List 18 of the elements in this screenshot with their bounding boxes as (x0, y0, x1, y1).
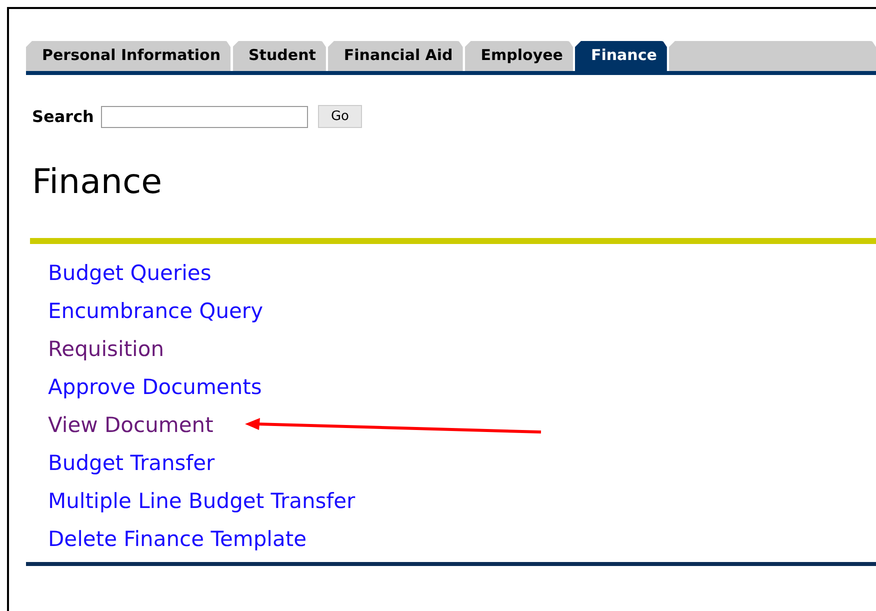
menu-link[interactable]: Encumbrance Query (48, 299, 263, 323)
tab[interactable]: Financial Aid (328, 41, 463, 71)
menu-link[interactable]: Approve Documents (48, 375, 262, 399)
menu-link[interactable]: Budget Transfer (48, 451, 215, 475)
menu-link[interactable]: Budget Queries (48, 261, 212, 285)
menu-link[interactable]: Multiple Line Budget Transfer (48, 489, 356, 513)
menu-link[interactable]: View Document (48, 413, 214, 437)
menu-link[interactable]: Delete Finance Template (48, 527, 307, 551)
menu-link[interactable]: Requisition (48, 337, 164, 361)
page-heading: Finance (32, 162, 164, 202)
clipped-tab[interactable] (668, 41, 876, 71)
tab[interactable]: Finance (574, 41, 667, 71)
go-button[interactable]: Go (318, 105, 362, 128)
tab[interactable]: Student (232, 41, 326, 71)
tab[interactable]: Personal Information (26, 41, 230, 71)
tab[interactable]: Employee (464, 41, 573, 71)
search-field[interactable] (100, 106, 308, 128)
search-label: Search (32, 107, 94, 126)
